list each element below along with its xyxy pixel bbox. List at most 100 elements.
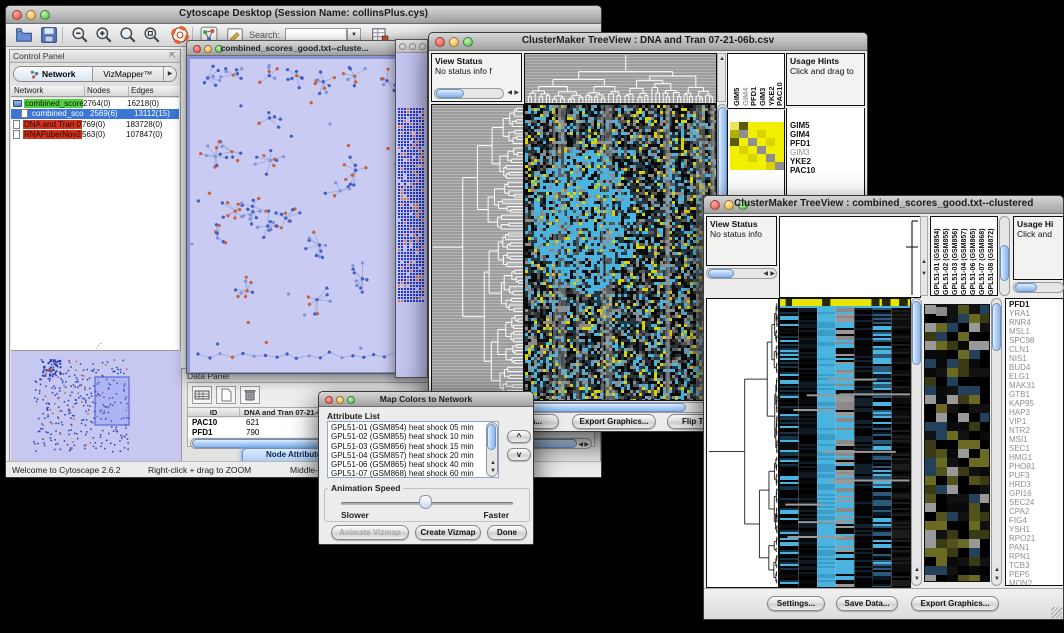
close-button[interactable]: [325, 396, 333, 404]
tab-vizmapper[interactable]: VizMapper™: [93, 67, 163, 81]
attribute-item[interactable]: GPL51-02 (GSM855) heat shock 10 min: [328, 432, 485, 441]
gene-label[interactable]: FIG4: [1009, 516, 1035, 525]
tv2-settings-button[interactable]: Settings...: [767, 596, 825, 611]
network-graph-canvas[interactable]: [190, 59, 399, 372]
column-label[interactable]: GIM3: [758, 54, 767, 106]
gene-label[interactable]: KAP95: [1009, 399, 1035, 408]
gene-label[interactable]: PAN1: [1009, 543, 1035, 552]
background-window-titlebar[interactable]: [396, 40, 427, 53]
open-file-icon[interactable]: [15, 26, 33, 44]
gene-label[interactable]: ELG1: [1009, 372, 1035, 381]
tv1-heatmap-hscrollbar[interactable]: [524, 402, 717, 413]
scroll-right-icon[interactable]: ▶: [514, 88, 519, 98]
treeview1-titlebar[interactable]: ClusterMaker TreeView : DNA and Tran 07-…: [429, 33, 867, 51]
minimize-button[interactable]: [409, 43, 416, 50]
close-button[interactable]: [193, 45, 201, 53]
gene-label[interactable]: RNR4: [1009, 318, 1035, 327]
background-network-window[interactable]: [395, 39, 428, 378]
splitter-handle[interactable]: ⋰: [95, 342, 102, 350]
gene-label[interactable]: RPN1: [1009, 552, 1035, 561]
zoom-selected-icon[interactable]: [143, 26, 161, 44]
close-button[interactable]: [435, 37, 445, 47]
tv1-export-graphics-button[interactable]: Export Graphics...: [572, 414, 656, 429]
tv2-column-labels-vscrollbar[interactable]: [999, 216, 1010, 296]
zoom-button[interactable]: [419, 43, 426, 50]
minimize-button[interactable]: [26, 10, 36, 20]
column-label[interactable]: GPL51-03 (GSM856): [951, 219, 960, 295]
gene-label[interactable]: GIM5: [790, 121, 815, 130]
column-label[interactable]: GPL51-04 (GSM857): [960, 219, 969, 295]
minimize-button[interactable]: [449, 37, 459, 47]
tv2-zoom-heatmap[interactable]: [924, 304, 990, 582]
gene-label[interactable]: YKE2: [790, 157, 815, 166]
gene-label[interactable]: HAP3: [1009, 408, 1035, 417]
gene-label[interactable]: MON2: [1009, 579, 1035, 586]
gene-label[interactable]: PFD1: [1009, 300, 1035, 309]
dialog-titlebar[interactable]: Map Colors to Network: [319, 392, 533, 407]
move-attribute-up-button[interactable]: ^: [507, 430, 531, 443]
gene-label[interactable]: GIM4: [790, 130, 815, 139]
tv2-heatmap[interactable]: [779, 298, 911, 588]
main-titlebar[interactable]: Cytoscape Desktop (Session Name: collins…: [6, 6, 601, 24]
column-label[interactable]: GPL51-07 (GSM868): [978, 219, 987, 295]
column-label[interactable]: GPL51-08 (GSM872): [987, 219, 996, 295]
create-vizmap-button[interactable]: Create Vizmap: [415, 525, 481, 540]
tv1-row-dendrogram[interactable]: [431, 104, 524, 401]
tv2-view-status-scrollbar[interactable]: ◀▶: [706, 268, 777, 279]
animation-speed-slider-thumb[interactable]: [419, 495, 432, 509]
network-overview-birdseye[interactable]: [11, 351, 181, 463]
gene-label[interactable]: BUD4: [1009, 363, 1035, 372]
gene-label[interactable]: GIM3: [790, 148, 815, 157]
gene-label[interactable]: MSI1: [1009, 435, 1035, 444]
column-label[interactable]: PFD1: [749, 54, 758, 106]
gene-label[interactable]: MAK31: [1009, 381, 1035, 390]
tv2-zoom-vscrollbar[interactable]: ▲▼: [991, 298, 1002, 586]
tv1-dendro-scroll-strip[interactable]: ▲: [717, 53, 726, 102]
attribute-item[interactable]: GPL51-06 (GSM865) heat shock 40 min: [328, 460, 485, 469]
new-attribute-icon[interactable]: [216, 386, 236, 404]
close-button[interactable]: [12, 10, 22, 20]
column-label[interactable]: GPL51-01 (GSM854): [933, 219, 942, 295]
gene-label[interactable]: PEP5: [1009, 570, 1035, 579]
gene-label[interactable]: HMG1: [1009, 453, 1035, 462]
gene-label[interactable]: SPC98: [1009, 336, 1035, 345]
treeview2-titlebar[interactable]: ClusterMaker TreeView : combined_scores_…: [704, 196, 1063, 214]
gene-label[interactable]: MSL1: [1009, 327, 1035, 336]
gene-label[interactable]: RPO21: [1009, 534, 1035, 543]
move-attribute-down-button[interactable]: v: [507, 448, 531, 461]
attribute-item[interactable]: GPL51-04 (GSM857) heat shock 20 min: [328, 451, 485, 460]
gene-label[interactable]: HRD3: [1009, 480, 1035, 489]
col-edges[interactable]: Edges: [129, 86, 179, 96]
zoom-out-icon[interactable]: [71, 26, 89, 44]
network-tree-row[interactable]: combined_scores2764(0)16218(0): [11, 98, 179, 109]
tab-network[interactable]: Network: [14, 67, 93, 81]
attribute-listbox[interactable]: GPL51-01 (GSM854) heat shock 05 minGPL51…: [327, 421, 499, 478]
gene-label[interactable]: YSH1: [1009, 525, 1035, 534]
gene-label[interactable]: CLN1: [1009, 345, 1035, 354]
gene-label[interactable]: PFD1: [790, 139, 815, 148]
network-view-titlebar[interactable]: combined_scores_good.txt--cluste...: [187, 41, 402, 56]
column-label[interactable]: GPL51-02 (GSM855): [942, 219, 951, 295]
gene-label[interactable]: GPI16: [1009, 489, 1035, 498]
tv2-usage-hints-scrollbar[interactable]: [1013, 282, 1064, 293]
gene-label[interactable]: GTB1: [1009, 390, 1035, 399]
gene-label[interactable]: PHO81: [1009, 462, 1035, 471]
column-label[interactable]: GIM5: [732, 54, 741, 106]
tv2-dendro-scroll-strip[interactable]: ▲▼: [920, 216, 928, 296]
gene-label[interactable]: VIP1: [1009, 417, 1035, 426]
attribute-item[interactable]: GPL51-07 (GSM868) heat shock 60 min: [328, 469, 485, 478]
col-network[interactable]: Network: [11, 86, 85, 96]
gene-label[interactable]: NIS1: [1009, 354, 1035, 363]
tab-overflow-arrow[interactable]: ▶: [163, 67, 176, 81]
zoom-fit-icon[interactable]: [119, 26, 137, 44]
done-button[interactable]: Done: [487, 525, 527, 540]
network-tree-row[interactable]: RNAPuberNov2+563(0)107847(0): [11, 130, 179, 141]
save-icon[interactable]: [40, 26, 58, 44]
gene-label[interactable]: NTR2: [1009, 426, 1035, 435]
gene-label[interactable]: PUF3: [1009, 471, 1035, 480]
gene-label[interactable]: SEC1: [1009, 444, 1035, 453]
minimize-button[interactable]: [336, 396, 344, 404]
gene-label[interactable]: YRA1: [1009, 309, 1035, 318]
zoom-in-icon[interactable]: [95, 26, 113, 44]
dense-network-canvas[interactable]: [396, 53, 427, 377]
